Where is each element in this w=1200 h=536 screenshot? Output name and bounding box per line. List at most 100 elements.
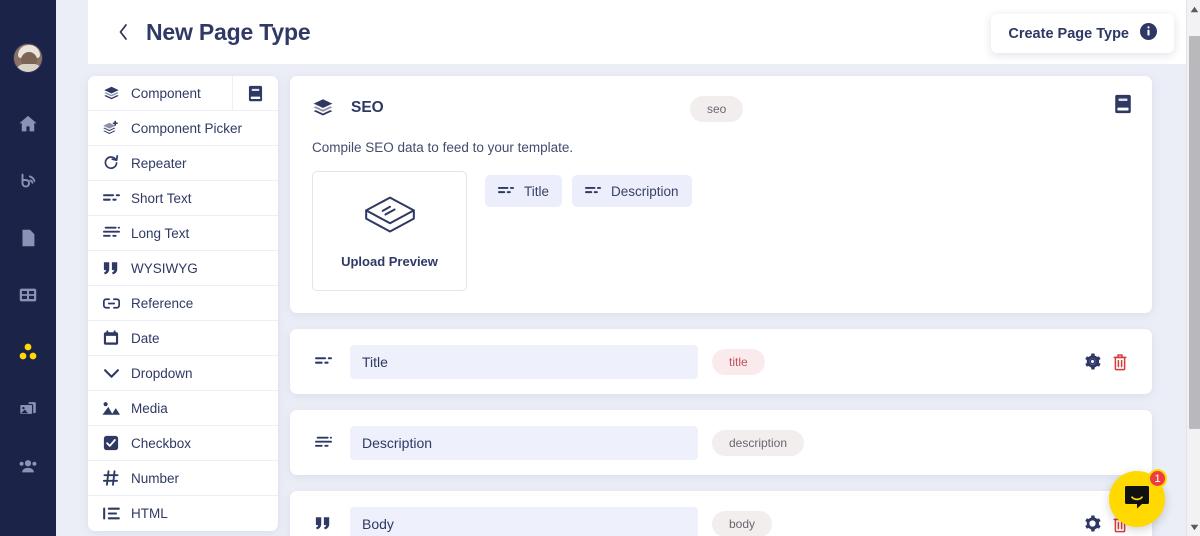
seo-chip-label: Description [611, 183, 679, 199]
seo-component-card: SEO seo Compile SEO data to feed to your… [290, 76, 1152, 313]
gear-icon[interactable] [1084, 515, 1101, 532]
seo-subfield-chips: Title Description [485, 171, 692, 207]
content-area: Component Component Picker Repeater Shor… [56, 64, 1186, 536]
field-row-description: description [290, 410, 1152, 475]
checkbox-icon [101, 435, 121, 451]
upload-preview-label: Upload Preview [341, 254, 438, 269]
list-icon [101, 507, 121, 520]
field-type-number[interactable]: Number [88, 461, 278, 496]
users-icon[interactable] [15, 453, 41, 479]
long-text-icon [312, 436, 334, 450]
short-text-icon [585, 186, 602, 196]
page-header: New Page Type Create Page Type [88, 0, 1200, 64]
field-type-docs-button[interactable] [232, 76, 278, 111]
field-type-checkbox[interactable]: Checkbox [88, 426, 278, 461]
upload-preview-button[interactable]: Upload Preview [312, 171, 467, 291]
seo-card-title: SEO [351, 99, 384, 116]
page-types-icon[interactable] [15, 339, 41, 365]
long-text-icon [101, 226, 121, 240]
refresh-icon [101, 155, 121, 171]
field-type-label: Dropdown [131, 365, 193, 381]
image-icon [101, 401, 121, 416]
field-row-body: body [290, 491, 1152, 536]
field-type-label: Component [131, 85, 201, 101]
field-type-component-picker[interactable]: Component Picker [88, 111, 278, 146]
document-icon[interactable] [15, 225, 41, 251]
scroll-up-icon[interactable] [1187, 2, 1200, 16]
quote-icon [312, 517, 334, 530]
upload-preview-icon [362, 193, 418, 242]
field-type-label: Long Text [131, 225, 190, 241]
field-row-actions [1084, 353, 1128, 371]
page-scrollbar[interactable] [1186, 0, 1200, 536]
reference-icon [101, 297, 121, 310]
rail-icon-list [15, 111, 41, 479]
page-title: New Page Type [146, 18, 311, 45]
create-page-type-label: Create Page Type [1008, 25, 1129, 42]
field-type-label: Component Picker [131, 120, 243, 136]
intercom-badge: 1 [1148, 469, 1167, 488]
field-type-dropdown[interactable]: Dropdown [88, 356, 278, 391]
field-type-short-text[interactable]: Short Text [88, 181, 278, 216]
layers-icon [312, 97, 334, 119]
intercom-launcher[interactable]: 1 [1109, 469, 1167, 527]
field-type-media[interactable]: Media [88, 391, 278, 426]
blog-icon[interactable] [15, 168, 41, 194]
field-type-label: Checkbox [131, 435, 192, 451]
seo-card-body: Upload Preview Title Description [312, 171, 1130, 291]
field-type-label: HTML [131, 506, 168, 521]
home-icon[interactable] [15, 111, 41, 137]
media-icon[interactable] [15, 396, 41, 422]
app-root: New Page Type Create Page Type Component [0, 0, 1200, 536]
field-type-component[interactable]: Component [88, 76, 278, 111]
field-type-label: Number [131, 470, 180, 486]
scrollbar-thumb[interactable] [1189, 36, 1200, 429]
field-types-panel: Component Component Picker Repeater Shor… [88, 76, 278, 531]
fields-column: SEO seo Compile SEO data to feed to your… [290, 76, 1152, 536]
field-type-label: Short Text [131, 190, 192, 206]
scroll-down-icon[interactable] [1187, 520, 1200, 534]
field-type-long-text[interactable]: Long Text [88, 216, 278, 251]
layers-plus-icon [101, 120, 121, 137]
short-text-icon [101, 193, 121, 204]
create-page-type-button[interactable]: Create Page Type [991, 14, 1174, 53]
table-icon[interactable] [15, 282, 41, 308]
field-type-label: Date [131, 330, 160, 346]
trash-icon[interactable] [1112, 353, 1128, 371]
field-type-html[interactable]: HTML [88, 496, 278, 531]
layers-icon [101, 85, 121, 102]
field-key-tag: body [712, 510, 773, 536]
field-row-title: title [290, 329, 1152, 394]
field-type-reference[interactable]: Reference [88, 286, 278, 321]
field-type-label: Media [131, 400, 168, 416]
seo-chip-title[interactable]: Title [485, 175, 563, 207]
quote-icon [101, 261, 121, 275]
field-type-repeater[interactable]: Repeater [88, 146, 278, 181]
back-button[interactable] [112, 21, 134, 43]
seo-card-header: SEO seo [312, 94, 1132, 122]
field-type-wysiwyg[interactable]: WYSIWYG [88, 251, 278, 286]
field-type-date[interactable]: Date [88, 321, 278, 356]
avatar[interactable] [13, 43, 43, 73]
seo-card-description: Compile SEO data to feed to your templat… [312, 140, 574, 155]
field-name-input[interactable] [350, 425, 698, 460]
hash-icon [101, 470, 121, 486]
short-text-icon [498, 186, 514, 196]
field-name-input[interactable] [350, 344, 698, 379]
field-key-tag: description [712, 429, 805, 456]
left-nav-rail [0, 0, 56, 536]
field-type-label: WYSIWYG [131, 260, 198, 276]
field-name-input[interactable] [350, 506, 698, 536]
chat-icon [1123, 483, 1151, 516]
field-type-label: Reference [131, 295, 194, 311]
chevron-down-icon [101, 368, 121, 379]
field-type-label: Repeater [131, 155, 187, 171]
book-icon[interactable] [1114, 94, 1132, 119]
short-text-icon [312, 356, 334, 367]
field-key-tag: title [712, 348, 765, 375]
seo-chip-description[interactable]: Description [572, 175, 692, 207]
seo-chip-label: Title [524, 183, 550, 199]
seo-card-tag: seo [690, 96, 744, 122]
gear-icon[interactable] [1084, 353, 1101, 370]
info-icon [1140, 22, 1157, 45]
